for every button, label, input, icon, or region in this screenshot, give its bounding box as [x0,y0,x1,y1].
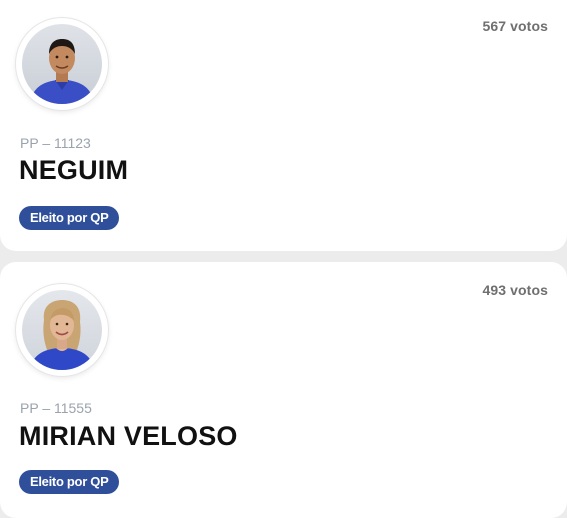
party-number: PP – 11555 [20,400,92,416]
party-number: PP – 11123 [20,135,91,151]
status-badge: Eleito por QP [19,206,120,230]
vote-count: 493 votos [482,282,548,298]
candidate-card[interactable]: 493 votos PP – 11555 MIRIAN VELOSO Eleit… [0,262,567,518]
avatar [16,284,108,376]
candidate-photo [22,24,102,104]
candidate-card[interactable]: 567 votos PP – 11123 NEGUIM Eleito por Q… [0,0,567,251]
candidate-name: NEGUIM [19,155,129,185]
status-badge: Eleito por QP [19,470,120,494]
candidate-photo [22,290,102,370]
avatar [16,18,108,110]
candidate-name: MIRIAN VELOSO [19,421,238,451]
vote-count: 567 votos [482,18,548,34]
